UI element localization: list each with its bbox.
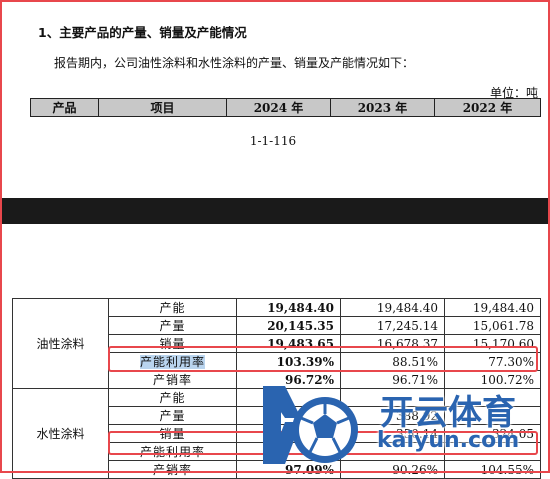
cell-2023: 19,484.40 xyxy=(340,298,445,317)
row-item: 产销率 xyxy=(108,370,237,389)
cell-2022: 19,484.40 xyxy=(444,298,541,317)
row-item: 产销率 xyxy=(108,460,237,479)
header-2023: 2023 年 xyxy=(330,98,435,117)
table-header: 产品 项目 2024 年 2023 年 2022 年 xyxy=(30,98,541,117)
header-2022: 2022 年 xyxy=(434,98,541,117)
header-product: 产品 xyxy=(30,98,99,117)
page-number: 1-1-116 xyxy=(249,134,297,148)
watermark-text-en: kaiyun.com xyxy=(377,428,520,453)
section-heading: 1、主要产品的产量、销量及产能情况 xyxy=(38,25,247,40)
row-item: 产能 xyxy=(108,298,237,317)
row-item: 产能 xyxy=(108,388,237,407)
watermark-text-cn: 开云体育 xyxy=(380,393,516,433)
intro-paragraph: 报告期内，公司油性涂料和水性涂料的产量、销量及产能情况如下： xyxy=(54,56,415,70)
row-item: 产量 xyxy=(108,406,237,425)
cell-2024: 20,145.35 xyxy=(236,316,341,335)
page-divider xyxy=(2,198,548,224)
category-oil: 油性涂料 xyxy=(12,298,109,389)
table-row: 油性涂料 产能 19,484.40 19,484.40 19,484.40 xyxy=(12,298,541,389)
cell-2022: 15,061.78 xyxy=(444,316,541,335)
cell-2023: 17,245.14 xyxy=(340,316,445,335)
watermark-logo-icon xyxy=(263,386,358,464)
category-water: 水性涂料 xyxy=(12,388,109,479)
header-item: 项目 xyxy=(98,98,227,117)
row-item: 产量 xyxy=(108,316,237,335)
cell-2024: 19,484.40 xyxy=(236,298,341,317)
header-2024: 2024 年 xyxy=(226,98,331,117)
cell-2022: 104.55% xyxy=(444,460,541,479)
highlight-box-oil-utilization xyxy=(108,346,538,372)
